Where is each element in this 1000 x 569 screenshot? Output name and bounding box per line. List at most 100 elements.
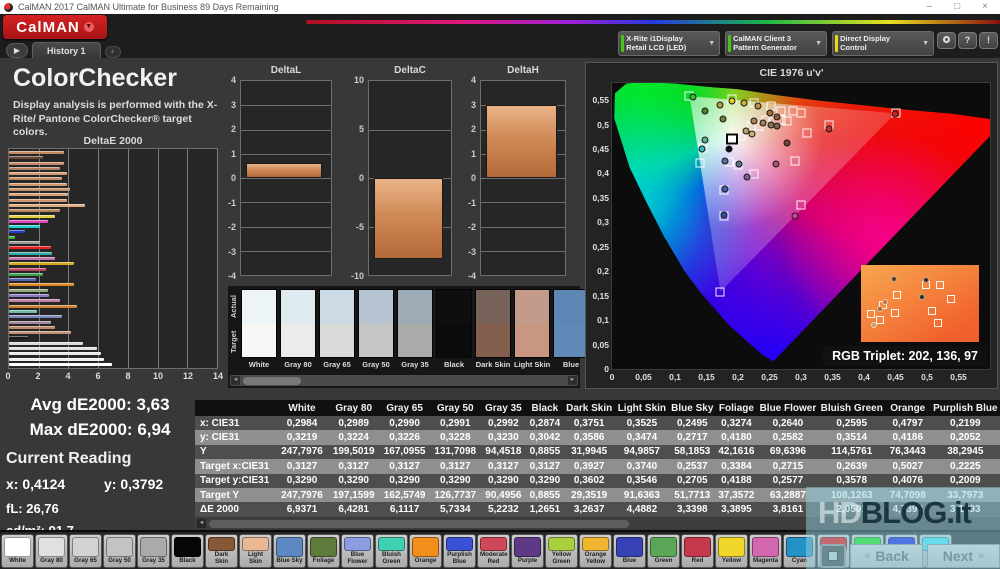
table-cell: 0,3127 <box>379 459 430 474</box>
swatch-chip <box>397 289 433 358</box>
tab-history-1[interactable]: History 1 <box>32 42 101 58</box>
swatch-chip <box>358 289 394 358</box>
y-tick-label: 2 <box>470 124 476 134</box>
meter-button-2[interactable]: Direct Display Control ▼ <box>832 31 934 56</box>
patch-button-Blue[interactable]: Blue <box>613 534 646 568</box>
patch-button-Dark Skin[interactable]: Dark Skin <box>205 534 238 568</box>
column-header-Foliage: Foliage <box>715 400 758 416</box>
table-cell: 0,2639 <box>818 459 885 474</box>
gridline <box>369 129 451 131</box>
maximize-icon[interactable]: □ <box>954 0 960 14</box>
table-cell: 37,3572 <box>715 487 758 503</box>
deltae-bar-21 <box>9 262 75 266</box>
y-tick-label: 0,3 <box>597 217 609 228</box>
swatch-label: Light Skin <box>514 360 551 369</box>
notification-button[interactable]: ! <box>979 32 998 49</box>
patch-button-Green[interactable]: Green <box>647 534 680 568</box>
table-cell: 0,2009 <box>930 473 1000 488</box>
y-tick-label: -1 <box>467 197 476 208</box>
deltae-bar-16 <box>9 235 15 239</box>
table-cell: 0,2199 <box>930 416 1000 431</box>
swatch-cell-Blue: Blue <box>553 289 589 369</box>
tab-scroll-left-button[interactable]: ▶ <box>6 43 28 58</box>
page-description: Display analysis is performed with the X… <box>13 99 218 139</box>
x-tick-label: 2 <box>35 371 41 381</box>
patch-label: Gray 35 <box>142 557 165 564</box>
scroll-left-icon[interactable]: ◄ <box>231 376 240 385</box>
deltae-bar-24 <box>9 278 36 282</box>
scroll-right-icon[interactable]: ► <box>568 376 577 385</box>
table-cell: 0,2874 <box>526 416 564 431</box>
meter-button-0[interactable]: X-Rite i1Display Retail LCD (LED) ▼ <box>618 31 721 56</box>
patch-button-Purplish Blue[interactable]: Purplish Blue <box>443 534 476 568</box>
table-cell: 0,2052 <box>930 430 1000 445</box>
column-header-Dark Skin: Dark Skin <box>563 400 615 416</box>
stop-button[interactable] <box>820 543 846 568</box>
settings-gear-button[interactable] <box>937 32 956 49</box>
cie-chart-title: CIE 1976 u'v' <box>759 67 824 79</box>
back-button[interactable]: « Back <box>850 543 923 568</box>
patch-button-Foliage[interactable]: Foliage <box>307 534 340 568</box>
patch-button-Orange Yellow[interactable]: Orange Yellow <box>579 534 612 568</box>
table-cell: 0,3290 <box>480 473 527 488</box>
meter-label: Direct Display Control <box>840 33 891 52</box>
deltae-chart-title: DeltaE 2000 <box>83 135 143 147</box>
table-scrollbar[interactable]: ◄ <box>195 518 1000 529</box>
x-tick-label: 12 <box>182 371 194 381</box>
deltae-bar-10 <box>9 203 85 207</box>
patch-button-Red[interactable]: Red <box>681 534 714 568</box>
patch-button-Magenta[interactable]: Magenta <box>749 534 782 568</box>
table-cell: 0,3290 <box>429 473 481 488</box>
meter-label: CalMAN Client 3 Pattern Generator <box>733 33 797 52</box>
next-button[interactable]: Next » <box>927 543 1000 568</box>
table-cell: 0,3525 <box>614 416 669 431</box>
patch-button-Gray 50[interactable]: Gray 50 <box>103 534 136 568</box>
table-cell: 29,3519 <box>563 487 615 503</box>
patch-button-Blue Sky[interactable]: Blue Sky <box>273 534 306 568</box>
calman-menu-button[interactable]: CalMAN ▼ <box>3 15 107 39</box>
patch-button-Gray 65[interactable]: Gray 65 <box>69 534 102 568</box>
add-tab-button[interactable]: + <box>104 46 121 58</box>
patch-button-Black[interactable]: Black <box>171 534 204 568</box>
patch-button-White[interactable]: White <box>1 534 34 568</box>
table-cell: 94,9857 <box>614 444 669 460</box>
patch-color-chip <box>650 537 677 557</box>
inset-square-marker <box>935 280 944 289</box>
swatch-strip-scrollbar[interactable]: ◄ ► <box>230 375 578 386</box>
meter-button-1[interactable]: CalMAN Client 3 Pattern Generator ▼ <box>725 31 828 56</box>
patch-button-Purple[interactable]: Purple <box>511 534 544 568</box>
delta-bar <box>246 163 322 178</box>
patch-button-Orange[interactable]: Orange <box>409 534 442 568</box>
patch-button-Yellow[interactable]: Yellow <box>715 534 748 568</box>
swatch-label: Black <box>443 360 464 369</box>
help-button[interactable]: ? <box>958 32 977 49</box>
swatch-cell-Black: Black <box>436 289 472 369</box>
swatch-strip: White Gray 80 Gray 65 Gray 50 Gray 35 Black Da… <box>228 286 589 388</box>
table-cell: 0,3602 <box>563 473 615 488</box>
swatch-chip <box>319 289 355 358</box>
scroll-left-icon[interactable]: ◄ <box>197 519 206 528</box>
swatch-chip <box>514 289 550 358</box>
table-cell: 0,3127 <box>429 459 481 474</box>
chevron-down-icon: ▼ <box>922 40 929 47</box>
patch-button-Gray 80[interactable]: Gray 80 <box>35 534 68 568</box>
patch-label: Gray 80 <box>40 557 63 564</box>
patch-button-Light Skin[interactable]: Light Skin <box>239 534 272 568</box>
table-cell: 247,7976 <box>275 487 329 503</box>
swatch-chip <box>553 289 589 358</box>
current-reading-heading: Current Reading <box>6 450 132 467</box>
minimize-icon[interactable]: – <box>927 0 933 14</box>
patch-button-Cyan[interactable]: Cyan <box>783 534 816 568</box>
scrollbar-thumb[interactable] <box>243 376 301 385</box>
patch-button-Bluish Green[interactable]: Bluish Green <box>375 534 408 568</box>
y-tick-label: 0 <box>358 173 364 183</box>
patch-button-Moderate Red[interactable]: Moderate Red <box>477 534 510 568</box>
y-tick-label: 0,2 <box>597 266 609 277</box>
measured-dot-marker <box>721 157 729 165</box>
patch-label: Gray 65 <box>74 557 97 564</box>
patch-button-Gray 35[interactable]: Gray 35 <box>137 534 170 568</box>
close-icon[interactable]: × <box>982 0 988 14</box>
patch-button-Yellow Green[interactable]: Yellow Green <box>545 534 578 568</box>
scrollbar-thumb[interactable] <box>209 519 629 528</box>
patch-button-Blue Flower[interactable]: Blue Flower <box>341 534 374 568</box>
